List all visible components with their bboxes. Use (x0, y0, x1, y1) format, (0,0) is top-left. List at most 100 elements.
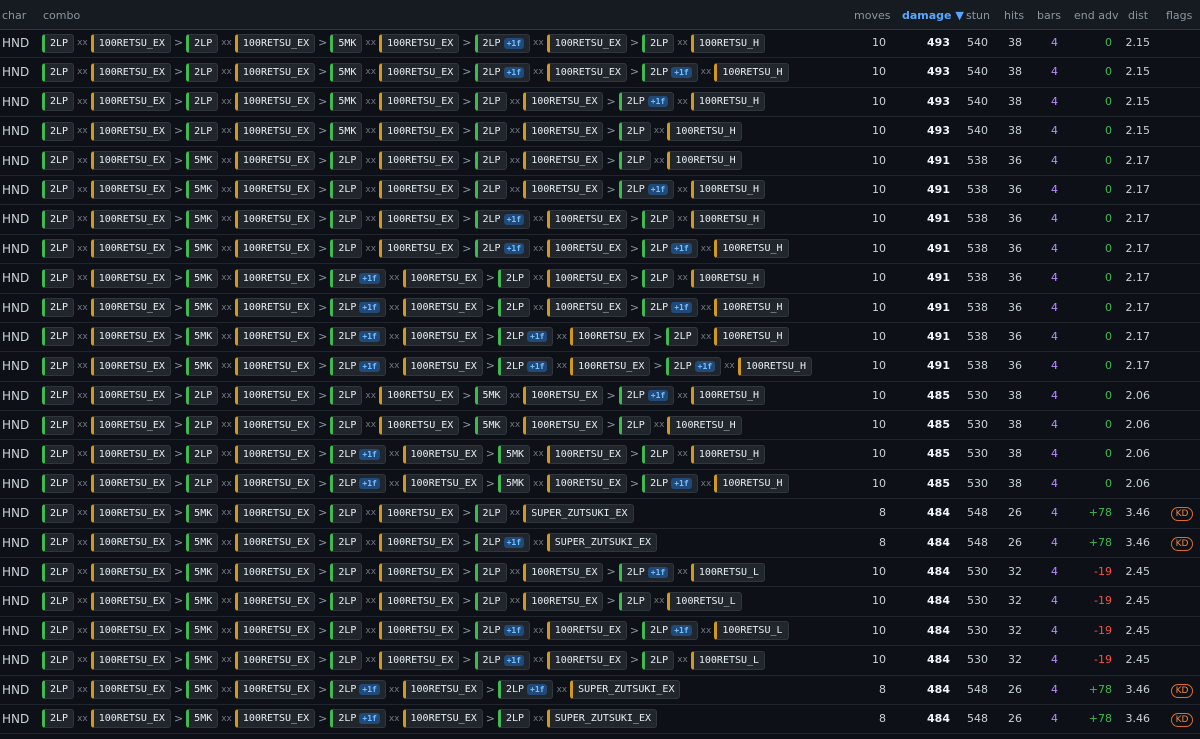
dist-cell: 2.17 (1125, 153, 1151, 167)
chevron-right-icon: > (318, 653, 328, 667)
col-header-bars[interactable]: bars (1037, 9, 1061, 22)
table-row[interactable]: HND 2LP xx 100RETSU_EX >5MK xx 100RETSU_EX >2LP… (0, 529, 1200, 559)
hits-cell: 32 (1008, 623, 1022, 637)
special-move-chip: 100RETSU_EX (234, 33, 316, 53)
damage-cell: 485 (927, 447, 950, 461)
col-header-flags[interactable]: flags (1166, 9, 1192, 22)
move-label: 2LP (50, 37, 69, 49)
special-move-chip: 100RETSU_EX (90, 239, 171, 259)
special-move-chip: 100RETSU_EX (90, 709, 171, 729)
frame-advantage-badge: +1f (527, 360, 548, 372)
table-row[interactable]: HND 2LP xx 100RETSU_EX >5MK xx 100RETSU_EX >2LP… (0, 147, 1200, 176)
move-label: 2LP (650, 448, 669, 460)
special-move-chip: 100RETSU_EX (90, 151, 171, 171)
frame-advantage-badge: +1f (694, 360, 716, 372)
col-header-end-adv[interactable]: end adv (1074, 9, 1118, 22)
special-move-chip: 100RETSU_EX (546, 474, 627, 494)
table-row[interactable]: HND 2LP xx 100RETSU_EX >5MK xx 100RETSU_EX >2LP… (0, 646, 1200, 676)
chevron-right-icon: > (318, 153, 328, 167)
special-move-chip: 100RETSU_H (690, 268, 766, 288)
move-label: 100RETSU_H (675, 419, 736, 431)
move-label: 5MK (194, 654, 213, 666)
char-cell: HND (2, 506, 30, 521)
damage-cell: 491 (927, 300, 950, 314)
col-header-stun[interactable]: stun (966, 9, 990, 22)
normal-move-chip: 2LP (186, 415, 219, 435)
move-label: 2LP (194, 37, 213, 49)
col-header-damage[interactable]: damage ▼ (902, 9, 964, 22)
move-label: 100RETSU_H (698, 272, 760, 284)
cancel-link-label: xx (533, 302, 544, 313)
table-row[interactable]: HND 2LP xx 100RETSU_EX >2LP xx 100RETSU_EX >2LP… (0, 440, 1200, 470)
move-label: 2LP (626, 419, 645, 431)
move-label: 2LP (338, 331, 357, 343)
move-label: 100RETSU_EX (554, 478, 621, 490)
table-row[interactable]: HND 2LP xx 100RETSU_EX >5MK xx 100RETSU_EX >2LP… (0, 705, 1200, 735)
table-row[interactable]: HND 2LP xx 100RETSU_EX >5MK xx 100RETSU_EX >2LP… (0, 205, 1200, 235)
normal-move-chip: 2LP +1f (330, 709, 386, 729)
table-row[interactable]: HND 2LP xx 100RETSU_EX >5MK xx 100RETSU_EX >2LP… (0, 676, 1200, 705)
table-row[interactable]: HND 2LP xx 100RETSU_EX >5MK xx 100RETSU_EX >2LP… (0, 264, 1200, 294)
hits-cell: 32 (1008, 565, 1022, 579)
table-row[interactable]: HND 2LP xx 100RETSU_EX >2LP xx 100RETSU_EX >5MK… (0, 88, 1200, 118)
table-row[interactable]: HND 2LP xx 100RETSU_EX >5MK xx 100RETSU_EX >2LP… (0, 294, 1200, 323)
table-row[interactable]: HND 2LP xx 100RETSU_EX >5MK xx 100RETSU_EX >2LP… (0, 499, 1200, 529)
normal-move-chip: 2LP (618, 151, 651, 171)
stun-cell: 530 (967, 565, 988, 579)
table-row[interactable]: HND 2LP xx 100RETSU_EX >2LP xx 100RETSU_EX >2LP… (0, 382, 1200, 412)
moves-cell: 10 (872, 329, 886, 343)
normal-move-chip: 5MK (186, 562, 219, 582)
normal-move-chip: 2LP (330, 591, 363, 611)
move-label: 100RETSU_H (698, 37, 760, 49)
table-row[interactable]: HND 2LP xx 100RETSU_EX >2LP xx 100RETSU_EX >5MK… (0, 58, 1200, 88)
table-row[interactable]: HND 2LP xx 100RETSU_EX >2LP xx 100RETSU_EX >2LP… (0, 470, 1200, 500)
damage-cell: 484 (927, 565, 950, 579)
table-row[interactable]: HND 2LP xx 100RETSU_EX >5MK xx 100RETSU_EX >2LP… (0, 617, 1200, 647)
cancel-link-label: xx (365, 596, 377, 607)
move-label: 2LP (650, 213, 669, 225)
col-header-moves[interactable]: moves (854, 9, 890, 22)
col-header-dist[interactable]: dist (1128, 9, 1148, 22)
col-header-char[interactable]: char (2, 9, 26, 22)
stun-cell: 548 (967, 535, 988, 549)
dist-cell: 2.17 (1125, 241, 1151, 255)
bars-cell: 4 (1051, 594, 1058, 608)
table-row[interactable]: HND 2LP xx 100RETSU_EX >5MK xx 100RETSU_EX >2LP… (0, 587, 1200, 617)
special-move-chip: 100RETSU_EX (234, 62, 316, 82)
table-row[interactable]: HND 2LP xx 100RETSU_EX >2LP xx 100RETSU_EX >2LP… (0, 411, 1200, 441)
table-row[interactable]: HND 2LP xx 100RETSU_EX >5MK xx 100RETSU_EX >2LP… (0, 176, 1200, 206)
col-header-combo[interactable]: combo (43, 9, 80, 22)
moves-cell: 10 (872, 476, 886, 490)
chevron-right-icon: > (318, 447, 328, 461)
move-label: 100RETSU_EX (242, 125, 310, 137)
table-row[interactable]: HND 2LP xx 100RETSU_EX >2LP xx 100RETSU_EX >5MK… (0, 117, 1200, 147)
dist-cell: 2.45 (1125, 565, 1151, 579)
table-row[interactable]: HND 2LP xx 100RETSU_EX >5MK xx 100RETSU_EX >2LP… (0, 235, 1200, 265)
move-label: 100RETSU_EX (98, 302, 165, 314)
move-label: 100RETSU_EX (531, 419, 598, 431)
move-label: 5MK (338, 125, 357, 137)
char-cell: HND (2, 623, 30, 638)
table-row[interactable]: HND 2LP xx 100RETSU_EX >2LP xx 100RETSU_EX >5MK… (0, 29, 1200, 59)
bars-cell: 4 (1051, 682, 1058, 696)
normal-move-chip: 2LP (186, 62, 219, 82)
move-label: 2LP (194, 419, 213, 431)
chevron-right-icon: > (318, 682, 328, 696)
hits-cell: 36 (1008, 241, 1022, 255)
char-cell: HND (2, 447, 30, 462)
move-label: 2LP (482, 213, 501, 225)
move-label: 2LP (50, 595, 69, 607)
cancel-link-label: xx (365, 420, 377, 431)
special-move-chip: 100RETSU_H (667, 151, 742, 171)
col-header-hits[interactable]: hits (1004, 9, 1024, 22)
frame-advantage-badge: +1f (503, 37, 525, 49)
table-row[interactable]: HND 2LP xx 100RETSU_EX >5MK xx 100RETSU_EX >2LP… (0, 352, 1200, 382)
normal-move-chip: 2LP (497, 268, 531, 288)
table-row[interactable]: HND 2LP xx 100RETSU_EX >5MK xx 100RETSU_EX >2LP… (0, 323, 1200, 353)
move-label: 100RETSU_H (698, 390, 760, 402)
table-row[interactable]: HND 2LP xx 100RETSU_EX >5MK xx 100RETSU_EX >2LP… (0, 558, 1200, 588)
dist-cell: 2.17 (1125, 182, 1151, 196)
hits-cell: 38 (1008, 418, 1022, 432)
move-label: 2LP (194, 66, 213, 78)
move-label: 2LP (50, 360, 69, 372)
